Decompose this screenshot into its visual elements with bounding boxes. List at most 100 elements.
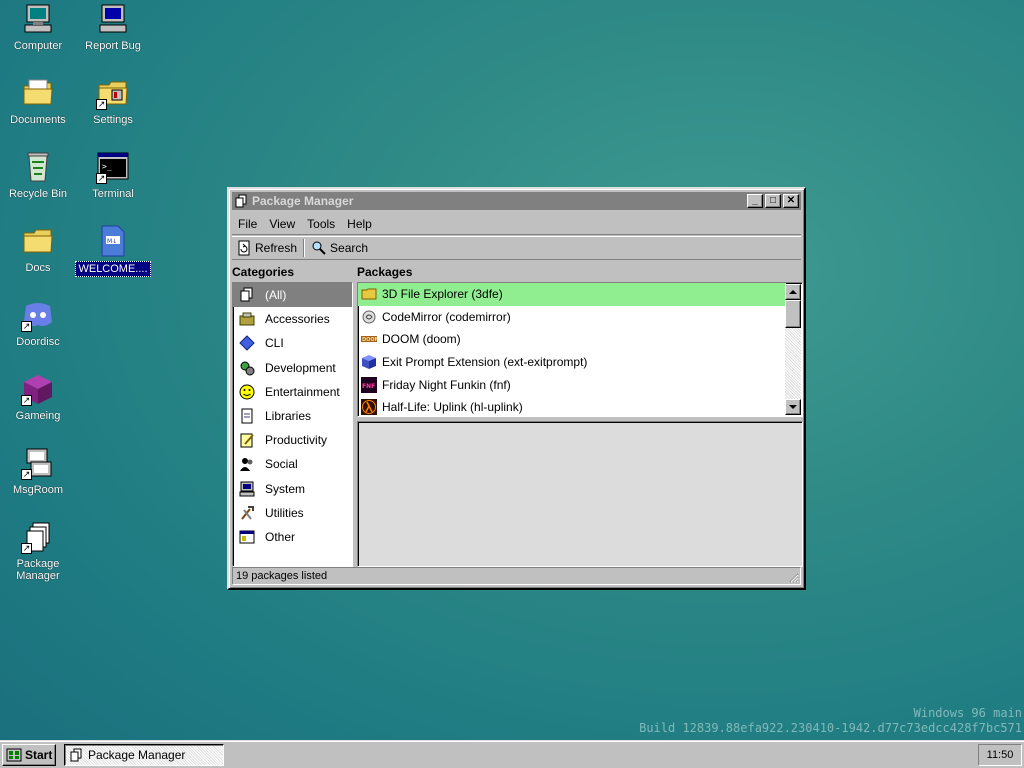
svg-text:FNF: FNF (362, 383, 375, 390)
refresh-button[interactable]: Refresh (232, 240, 301, 256)
desktop-icon-documents[interactable]: Documents (0, 76, 76, 127)
scroll-down-button[interactable] (785, 399, 801, 415)
svg-text:DOOM: DOOM (362, 337, 377, 343)
report-bug-icon (96, 2, 130, 36)
cli-diamond-icon (239, 335, 255, 352)
documents-folder-icon (21, 76, 55, 110)
search-label: Search (330, 241, 369, 255)
package-details-pane (357, 421, 803, 567)
desktop-icon-computer[interactable]: Computer (0, 2, 76, 53)
category-accessories[interactable]: Accessories (233, 307, 352, 331)
menu-tools[interactable]: Tools (301, 217, 341, 231)
category-social[interactable]: Social (233, 452, 352, 476)
computer-icon (21, 2, 55, 36)
package-item-codemirror[interactable]: CodeMirror (codemirror) (358, 306, 786, 329)
package-label: DOOM (doom) (382, 332, 461, 347)
package-label: Half-Life: Uplink (hl-uplink) (382, 400, 523, 415)
category-label: Productivity (265, 433, 328, 448)
category-all[interactable]: (All) (233, 283, 352, 308)
menu-help[interactable]: Help (341, 217, 378, 231)
desktop-icon-doordisc[interactable]: ↗ Doordisc (0, 298, 76, 349)
package-item-fnf[interactable]: FNF Friday Night Funkin (fnf) (358, 373, 786, 396)
arrow-down-icon (789, 405, 797, 409)
svg-text:>_: >_ (102, 162, 112, 171)
search-button[interactable]: Search (307, 240, 372, 256)
desktop-icon-gameing[interactable]: ↗ Gameing (0, 372, 76, 423)
category-productivity[interactable]: Productivity (233, 428, 352, 452)
desktop-icon-recycle-bin[interactable]: Recycle Bin (0, 150, 76, 201)
package-item-3dfe[interactable]: 3D File Explorer (3dfe) (358, 283, 786, 306)
resize-grip-icon[interactable] (787, 571, 799, 583)
smiley-icon (239, 384, 255, 400)
package-item-doom[interactable]: DOOM DOOM (doom) (358, 328, 786, 351)
scroll-thumb[interactable] (785, 300, 801, 328)
package-label: Friday Night Funkin (fnf) (382, 377, 511, 392)
minimize-button[interactable]: _ (747, 194, 763, 208)
all-icon (239, 287, 255, 303)
category-label: Entertainment (265, 384, 340, 399)
category-development[interactable]: Development (233, 356, 352, 380)
folder-icon (361, 288, 377, 300)
taskbar-clock[interactable]: 11:50 (978, 743, 1022, 766)
taskbar-item-label: Package Manager (88, 747, 186, 762)
system-computer-icon (239, 481, 255, 497)
codemirror-icon (362, 310, 376, 324)
menu-view[interactable]: View (263, 217, 301, 231)
minimize-icon: _ (752, 195, 758, 206)
terminal-icon: >_ ↗ (96, 150, 130, 184)
statusbar: 19 packages listed (232, 567, 801, 585)
utilities-tools-icon (239, 505, 255, 521)
package-manager-icon: ↗ (21, 520, 55, 554)
toolbar-separator (303, 239, 306, 257)
desktop-icon-package-manager[interactable]: ↗ Package Manager (0, 520, 76, 583)
msgroom-icon: ↗ (21, 446, 55, 480)
taskbar-item-package-manager[interactable]: Package Manager (64, 743, 224, 766)
desktop-icon-docs[interactable]: Docs (0, 224, 76, 275)
scroll-up-button[interactable] (785, 284, 801, 300)
start-logo-icon (6, 748, 22, 761)
extension-cube-icon (362, 355, 376, 370)
fnf-icon: FNF (361, 376, 377, 393)
packages-scrollbar[interactable] (785, 284, 801, 415)
category-label: Libraries (265, 409, 312, 424)
start-button[interactable]: Start (2, 743, 56, 766)
menu-file[interactable]: File (232, 217, 263, 231)
maximize-button[interactable]: □ (765, 194, 781, 208)
settings-folder-icon: ↗ (96, 76, 130, 110)
libraries-icon (239, 408, 255, 424)
window-titlebar[interactable]: Package Manager _ □ ✕ (232, 192, 801, 210)
productivity-icon (239, 432, 255, 448)
category-utilities[interactable]: Utilities (233, 501, 352, 525)
categories-header: Categories (232, 265, 295, 279)
search-icon (312, 241, 326, 255)
desktop-icon-report-bug[interactable]: Report Bug (75, 2, 151, 53)
desktop-icon-terminal[interactable]: >_ ↗ Terminal (75, 150, 151, 201)
package-manager-window[interactable]: Package Manager _ □ ✕ File View Tools He… (227, 187, 806, 590)
category-label: (All) (265, 288, 287, 303)
start-label: Start (25, 747, 53, 762)
desktop-icon-msgroom[interactable]: ↗ MsgRoom (0, 446, 76, 497)
docs-folder-icon (21, 224, 55, 258)
category-label: Development (265, 360, 336, 375)
close-button[interactable]: ✕ (783, 194, 799, 208)
gameing-cube-icon: ↗ (21, 372, 55, 406)
category-label: Utilities (265, 505, 304, 520)
desktop-icon-welcome[interactable]: M↓ WELCOME.... (75, 224, 151, 277)
package-manager-icon (70, 748, 82, 761)
package-item-hl-uplink[interactable]: Half-Life: Uplink (hl-uplink) (358, 396, 786, 416)
desktop-icon-settings[interactable]: ↗ Settings (75, 76, 151, 127)
category-other[interactable]: Other (233, 525, 352, 549)
package-label: CodeMirror (codemirror) (382, 309, 511, 324)
menubar: File View Tools Help (232, 213, 801, 235)
package-label: Exit Prompt Extension (ext-exitprompt) (382, 355, 588, 370)
category-cli[interactable]: CLI (233, 331, 352, 355)
category-system[interactable]: System (233, 477, 352, 501)
packages-list: 3D File Explorer (3dfe) CodeMirror (code… (357, 282, 803, 417)
refresh-label: Refresh (255, 241, 298, 255)
category-libraries[interactable]: Libraries (233, 404, 352, 428)
package-item-ext-exitprompt[interactable]: Exit Prompt Extension (ext-exitprompt) (358, 351, 786, 374)
recycle-bin-icon (21, 150, 55, 184)
close-icon: ✕ (786, 195, 796, 206)
svg-text:M↓: M↓ (107, 238, 117, 245)
category-entertainment[interactable]: Entertainment (233, 380, 352, 404)
